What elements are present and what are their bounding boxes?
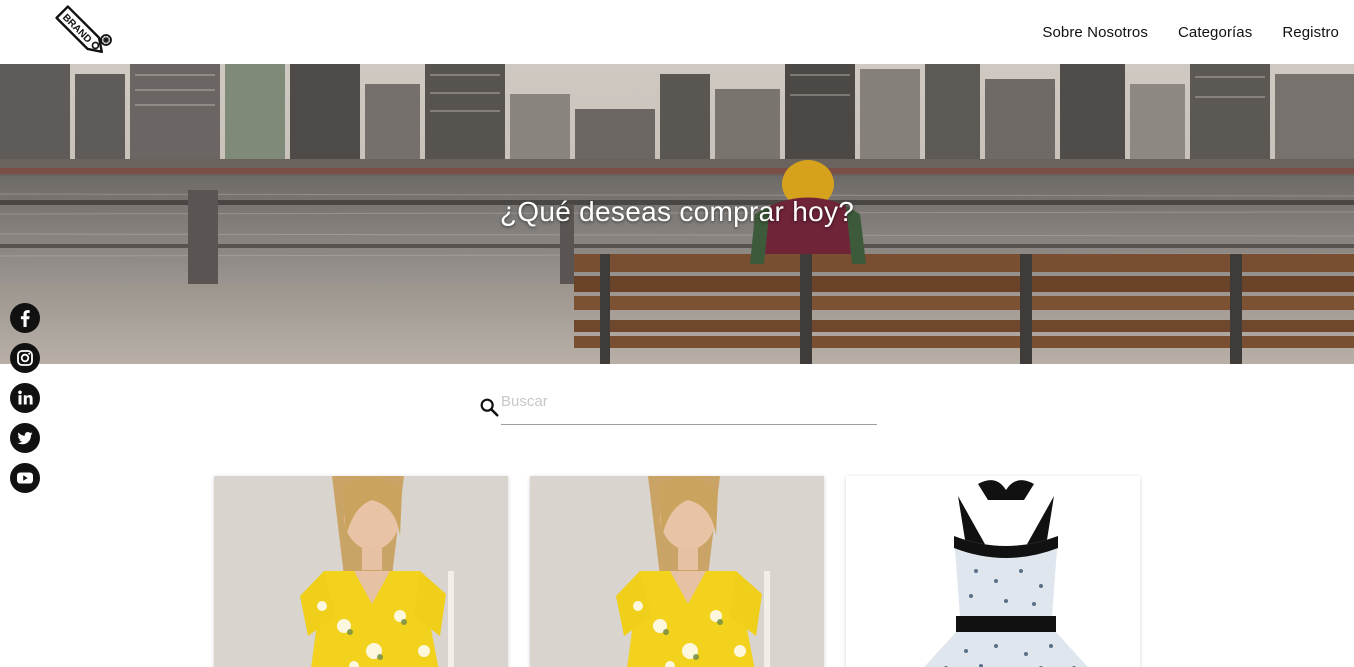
product-image-yellow-dress — [214, 476, 508, 667]
search-icon — [480, 398, 499, 417]
nav-link-categorias[interactable]: Categorías — [1178, 24, 1252, 41]
search-input[interactable] — [501, 388, 877, 425]
product-grid — [214, 476, 1140, 667]
social-links — [10, 303, 40, 503]
brand-logo[interactable]: BRAND — [48, 2, 116, 62]
instagram-icon — [10, 343, 40, 373]
twitter-icon — [10, 423, 40, 453]
product-card[interactable] — [214, 476, 508, 667]
hero-title: ¿Qué deseas comprar hoy? — [499, 196, 855, 227]
main-nav: Sobre Nosotros Categorías Registro — [1042, 0, 1339, 64]
nav-link-registro[interactable]: Registro — [1282, 24, 1339, 41]
search-bar — [478, 388, 878, 426]
hero-banner: ¿Qué deseas comprar hoy? — [0, 64, 1354, 364]
youtube-icon — [10, 463, 40, 493]
nav-link-sobre-nosotros[interactable]: Sobre Nosotros — [1042, 24, 1148, 41]
product-card[interactable] — [530, 476, 824, 667]
product-image-yellow-dress — [530, 476, 824, 667]
twitter-link[interactable] — [10, 423, 40, 453]
site-header: BRAND Sobre Nosotros Categorías Registro — [0, 0, 1354, 64]
product-card[interactable] — [846, 476, 1140, 667]
product-image-polka-dress — [846, 476, 1140, 667]
facebook-link[interactable] — [10, 303, 40, 333]
instagram-link[interactable] — [10, 343, 40, 373]
linkedin-icon — [10, 383, 40, 413]
youtube-link[interactable] — [10, 463, 40, 493]
facebook-icon — [10, 303, 40, 333]
brand-tag-icon: BRAND — [55, 5, 112, 53]
linkedin-link[interactable] — [10, 383, 40, 413]
